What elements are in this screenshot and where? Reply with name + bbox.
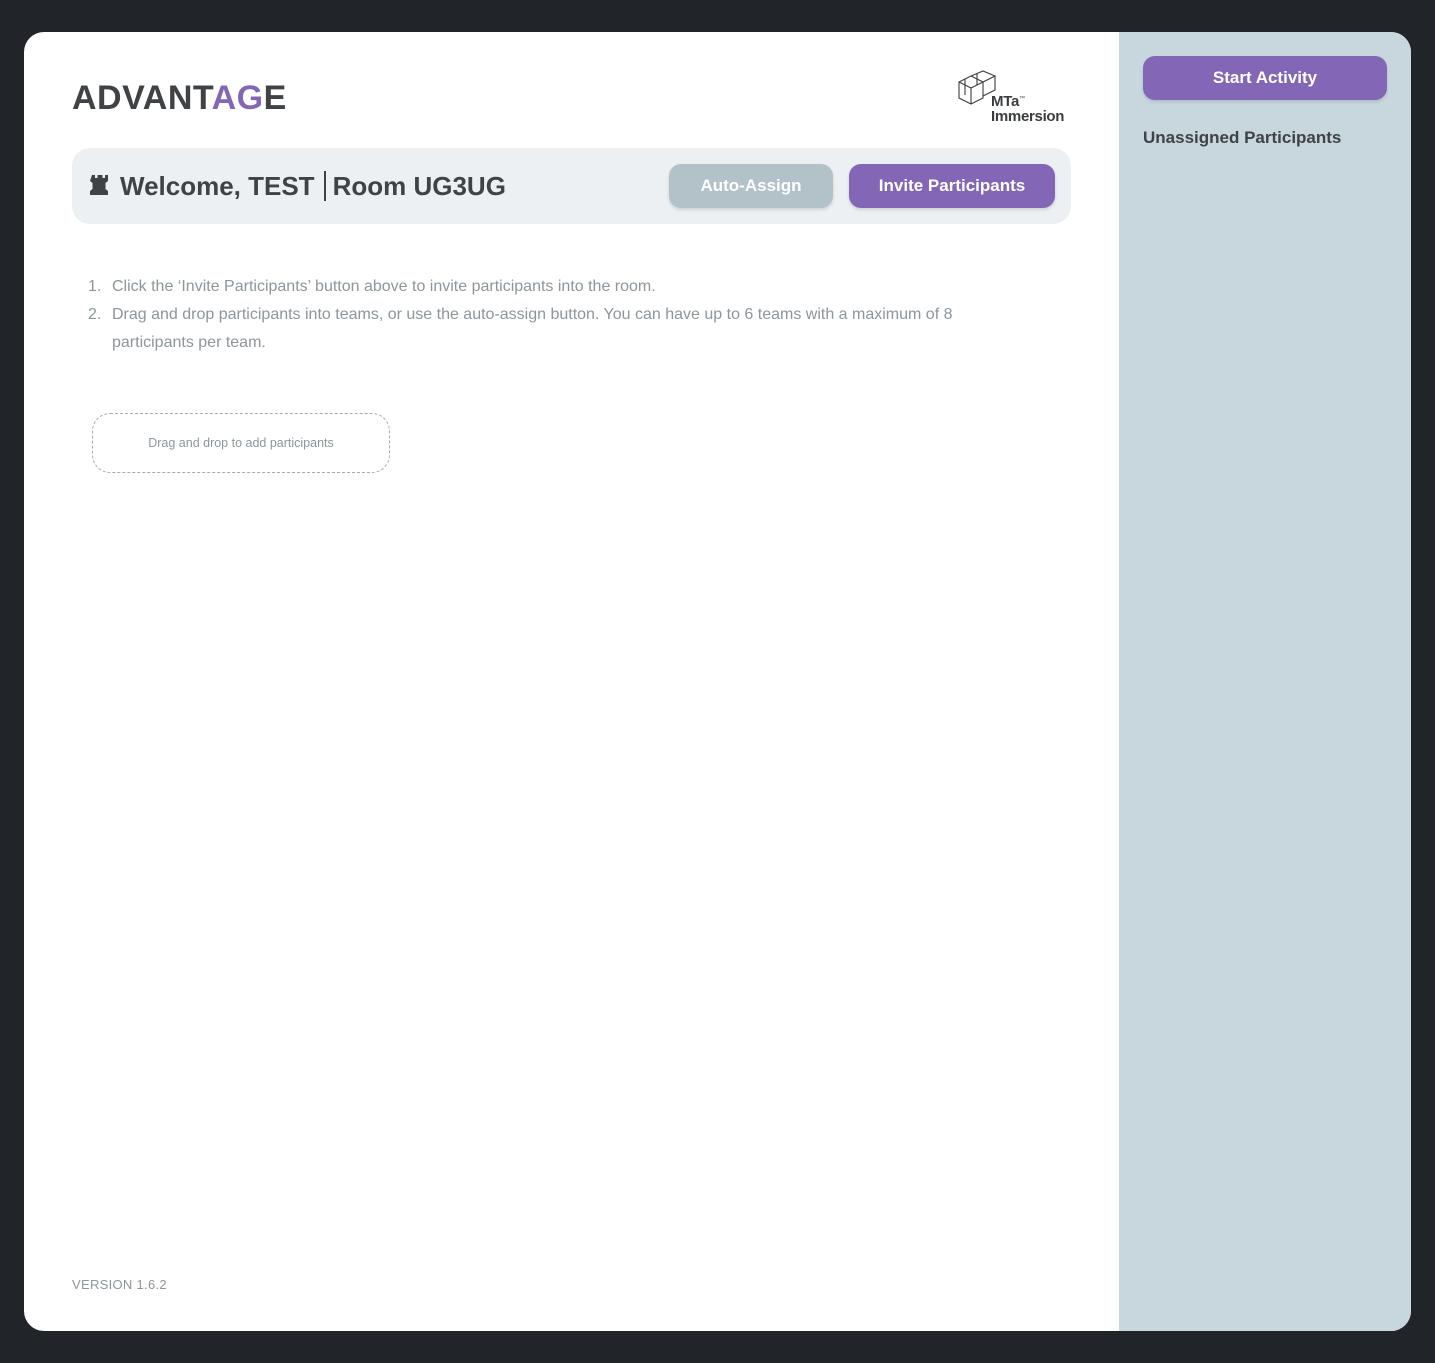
team-dropzone[interactable]: Drag and drop to add participants — [92, 413, 390, 473]
logo-line-2: Immersion — [991, 108, 1065, 125]
logo-text: MTa™ Immersion — [991, 92, 1064, 124]
instructions-list: 1. Click the ‘Invite Participants’ button… — [88, 273, 1038, 357]
welcome-heading: Welcome, TEST Room UG3UG — [120, 170, 506, 202]
participants-sidebar: Start Activity Unassigned Participants — [1119, 32, 1411, 1331]
instruction-text: Click the ‘Invite Participants’ button a… — [112, 278, 656, 295]
heading-divider — [323, 171, 326, 201]
version-label: VERSION 1.6.2 — [72, 1277, 167, 1292]
brand-part-1: ADVANT — [72, 79, 212, 117]
instruction-text: Drag and drop participants into teams, o… — [112, 306, 953, 351]
main-panel: ADVANTAGE MTa™ Immersion Welcome, TEST R… — [24, 32, 1119, 1331]
welcome-bar: Welcome, TEST Room UG3UG Auto-Assign Invi… — [72, 148, 1071, 224]
brand-part-accent: AG — [211, 79, 264, 117]
welcome-label: Welcome, TEST — [120, 171, 315, 201]
app-logo-wordmark: ADVANTAGE — [72, 78, 287, 118]
instruction-number: 1. — [88, 278, 102, 295]
dropzone-label: Drag and drop to add participants — [148, 436, 334, 450]
start-activity-button[interactable]: Start Activity — [1143, 56, 1387, 100]
instruction-number: 2. — [88, 306, 102, 323]
brand-part-3: E — [263, 79, 287, 117]
app-window: ADVANTAGE MTa™ Immersion Welcome, TEST R… — [24, 32, 1411, 1331]
room-code: Room UG3UG — [332, 171, 506, 201]
mta-immersion-logo: MTa™ Immersion — [957, 70, 1073, 130]
instruction-item: 2. Drag and drop participants into teams,… — [88, 301, 1038, 357]
chess-rook-icon — [90, 175, 108, 195]
logo-trademark: ™ — [1019, 96, 1025, 102]
instruction-item: 1. Click the ‘Invite Participants’ button… — [88, 273, 1038, 301]
invite-participants-button[interactable]: Invite Participants — [849, 164, 1055, 208]
unassigned-participants-heading: Unassigned Participants — [1143, 128, 1342, 147]
auto-assign-button[interactable]: Auto-Assign — [669, 164, 833, 208]
